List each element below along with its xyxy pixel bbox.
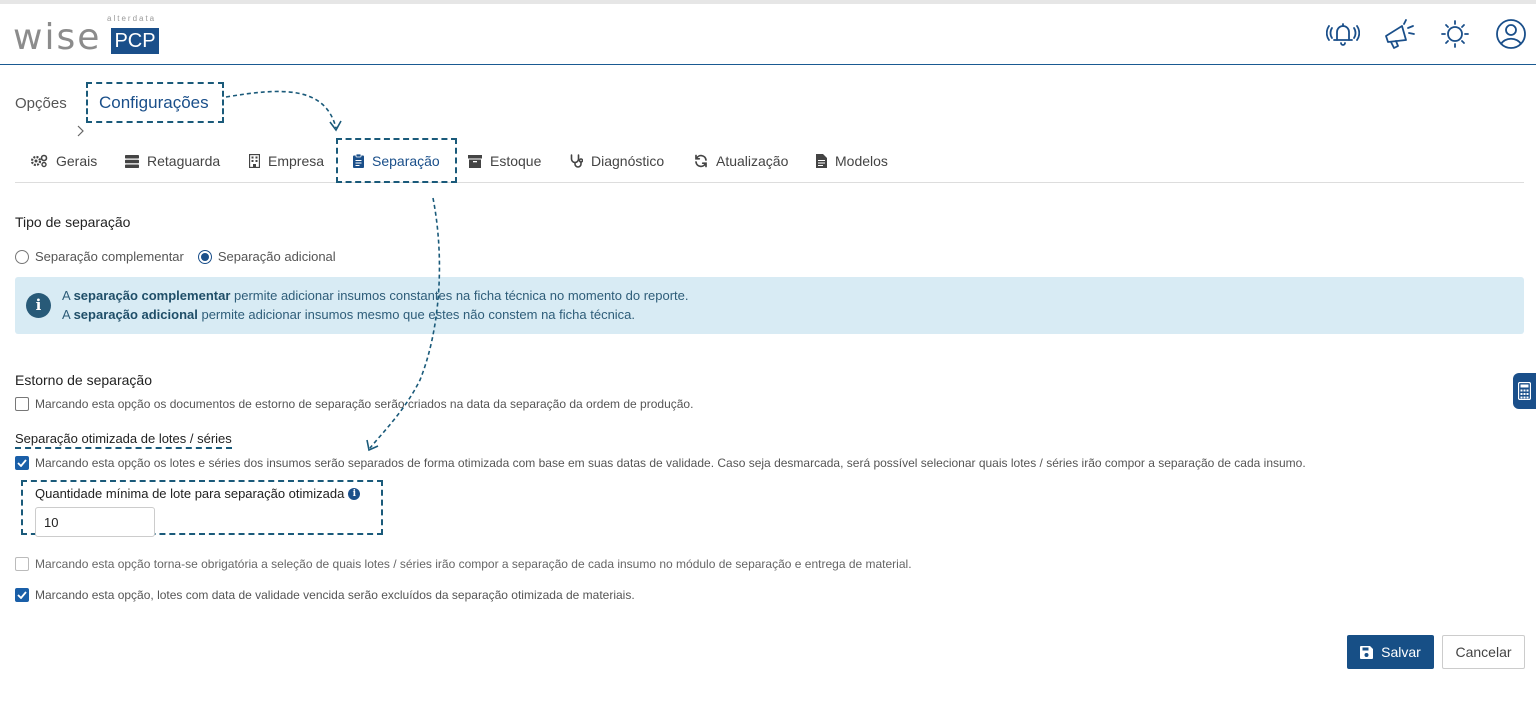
tab-diagnostico[interactable]: Diagnóstico <box>570 140 664 182</box>
estorno-option: Marcando esta opção os documentos de est… <box>15 397 693 411</box>
gears-icon <box>30 154 48 168</box>
check-icon <box>17 591 27 599</box>
tab-atualizacao-label: Atualização <box>716 153 789 169</box>
save-button-label: Salvar <box>1381 644 1421 660</box>
lotes-otimizada-checkbox[interactable] <box>15 456 29 470</box>
stethoscope-icon <box>570 154 583 168</box>
logo-wise-text: wise <box>13 17 102 58</box>
megaphone-icon[interactable] <box>1382 16 1416 52</box>
lotes-otimizada-option: Marcando esta opção os lotes e séries do… <box>15 456 1306 470</box>
estorno-checkbox[interactable] <box>15 397 29 411</box>
tab-retaguarda-label: Retaguarda <box>147 153 221 169</box>
settings-tabs: Gerais Retaguarda Empresa Separação Esto… <box>15 140 1524 183</box>
info-alert: i A separação complementar permite adici… <box>15 277 1524 334</box>
radio-separacao-complementar-label[interactable]: Separação complementar <box>35 249 184 264</box>
radio-separacao-complementar[interactable] <box>15 249 29 264</box>
refresh-icon <box>695 154 707 168</box>
sun-icon[interactable] <box>1438 16 1472 52</box>
wise-pcp-logo[interactable]: alterdata wise PCP <box>13 14 173 58</box>
info-line-complementar: A separação complementar permite adicion… <box>62 288 689 303</box>
logo-pcp-badge: PCP <box>111 28 159 54</box>
side-panel-toggle[interactable] <box>1513 373 1536 409</box>
lotes-vencidos-label[interactable]: Marcando esta opção, lotes com data de v… <box>35 588 635 602</box>
tab-modelos[interactable]: Modelos <box>816 140 888 182</box>
radio-separacao-adicional-label[interactable]: Separação adicional <box>218 249 336 264</box>
top-bar: alterdata wise PCP <box>0 0 1536 65</box>
tab-modelos-label: Modelos <box>835 153 888 169</box>
annotation-arrows <box>225 90 441 452</box>
lotes-otimizada-label[interactable]: Marcando esta opção os lotes e séries do… <box>35 456 1306 470</box>
info-icon[interactable]: i <box>348 487 361 500</box>
lotes-vencidos-checkbox[interactable] <box>15 588 29 602</box>
tab-estoque[interactable]: Estoque <box>468 140 541 182</box>
tipo-separacao-title: Tipo de separação <box>15 214 131 230</box>
header-actions <box>1326 16 1528 52</box>
estorno-option-label[interactable]: Marcando esta opção os documentos de est… <box>35 397 693 411</box>
quantidade-minima-label-row: Quantidade mínima de lote para separação… <box>35 486 361 501</box>
lotes-title: Separação otimizada de lotes / séries <box>15 431 232 449</box>
chevron-right-icon <box>75 124 85 140</box>
tab-empresa-label: Empresa <box>268 153 325 169</box>
lotes-obrigatoria-option: Marcando esta opção torna-se obrigatória… <box>15 557 912 571</box>
quantidade-minima-group: Quantidade mínima de lote para separação… <box>21 480 383 537</box>
check-icon <box>17 459 27 467</box>
save-button[interactable]: Salvar <box>1347 635 1434 669</box>
quantidade-minima-label: Quantidade mínima de lote para separação… <box>35 486 345 501</box>
quantidade-minima-input[interactable] <box>35 507 155 537</box>
tipo-separacao-options: Separação complementar Separação adicion… <box>15 249 350 264</box>
tab-estoque-label: Estoque <box>490 153 542 169</box>
server-icon <box>125 154 139 168</box>
tab-gerais-label: Gerais <box>56 153 98 169</box>
info-line-adicional: A separação adicional permite adicionar … <box>62 307 636 322</box>
radio-separacao-adicional[interactable] <box>197 249 212 264</box>
tab-diagnostico-label: Diagnóstico <box>591 153 665 169</box>
info-icon: i <box>26 293 51 318</box>
bell-icon[interactable] <box>1326 16 1360 52</box>
tab-gerais[interactable]: Gerais <box>30 140 97 182</box>
tab-atualizacao[interactable]: Atualização <box>694 140 788 182</box>
logo-alterdata-text: alterdata <box>107 14 157 23</box>
document-icon <box>816 154 827 168</box>
breadcrumb-opcoes[interactable]: Opções <box>15 95 67 112</box>
tab-empresa[interactable]: Empresa <box>249 140 324 182</box>
active-tab-highlight <box>336 138 457 183</box>
tab-retaguarda[interactable]: Retaguarda <box>125 140 220 182</box>
estorno-title: Estorno de separação <box>15 372 152 388</box>
calculator-icon <box>1518 382 1531 400</box>
floppy-disk-icon <box>1360 645 1374 659</box>
lotes-obrigatoria-label[interactable]: Marcando esta opção torna-se obrigatória… <box>35 557 912 571</box>
lotes-obrigatoria-checkbox[interactable] <box>15 557 29 571</box>
breadcrumb-configuracoes: Configurações <box>86 82 224 123</box>
user-icon[interactable] <box>1494 16 1528 52</box>
building-icon <box>249 154 260 168</box>
archive-icon <box>468 154 482 168</box>
cancel-button[interactable]: Cancelar <box>1442 635 1525 669</box>
lotes-vencidos-option: Marcando esta opção, lotes com data de v… <box>15 588 635 602</box>
